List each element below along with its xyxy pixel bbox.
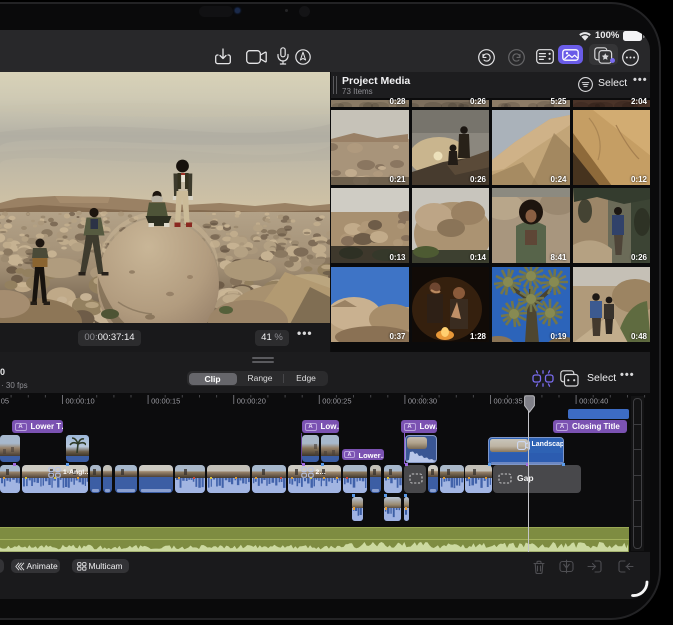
svg-text:00:00:15: 00:00:15 — [151, 397, 180, 406]
svg-text:00:00:05: 00:00:05 — [0, 397, 9, 406]
svg-text:00:00:20: 00:00:20 — [237, 397, 266, 406]
svg-text:00:00:40: 00:00:40 — [579, 397, 608, 406]
svg-text:00:00:25: 00:00:25 — [322, 397, 351, 406]
svg-text:00:00:10: 00:00:10 — [66, 397, 95, 406]
svg-text:00:00:35: 00:00:35 — [494, 397, 523, 406]
svg-text:00:00:30: 00:00:30 — [408, 397, 437, 406]
